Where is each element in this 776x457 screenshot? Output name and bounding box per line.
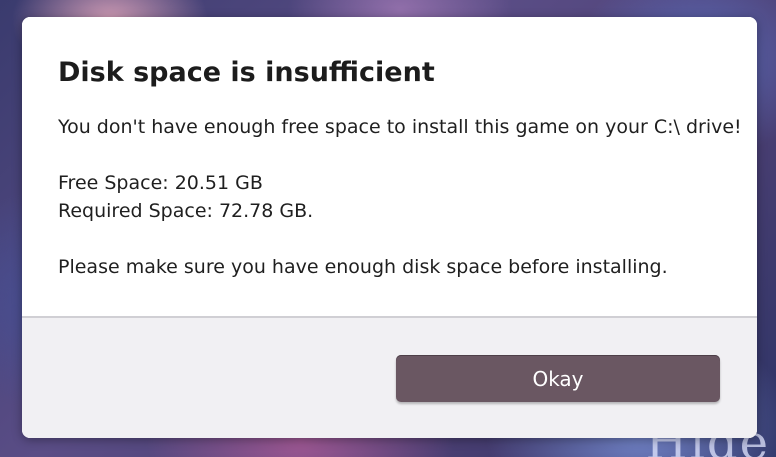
dialog-body: Disk space is insufficient You don't hav… — [22, 17, 757, 316]
dialog-footer: Okay — [22, 318, 757, 438]
dialog-title: Disk space is insufficient — [58, 57, 435, 88]
dialog-note: Please make sure you have enough disk sp… — [58, 256, 668, 278]
required-space-text: Required Space: 72.78 GB. — [58, 200, 314, 222]
free-space-text: Free Space: 20.51 GB — [58, 172, 263, 194]
disk-space-dialog: Disk space is insufficient You don't hav… — [22, 17, 757, 438]
okay-button[interactable]: Okay — [396, 355, 720, 402]
dialog-message: You don't have enough free space to inst… — [58, 116, 742, 138]
